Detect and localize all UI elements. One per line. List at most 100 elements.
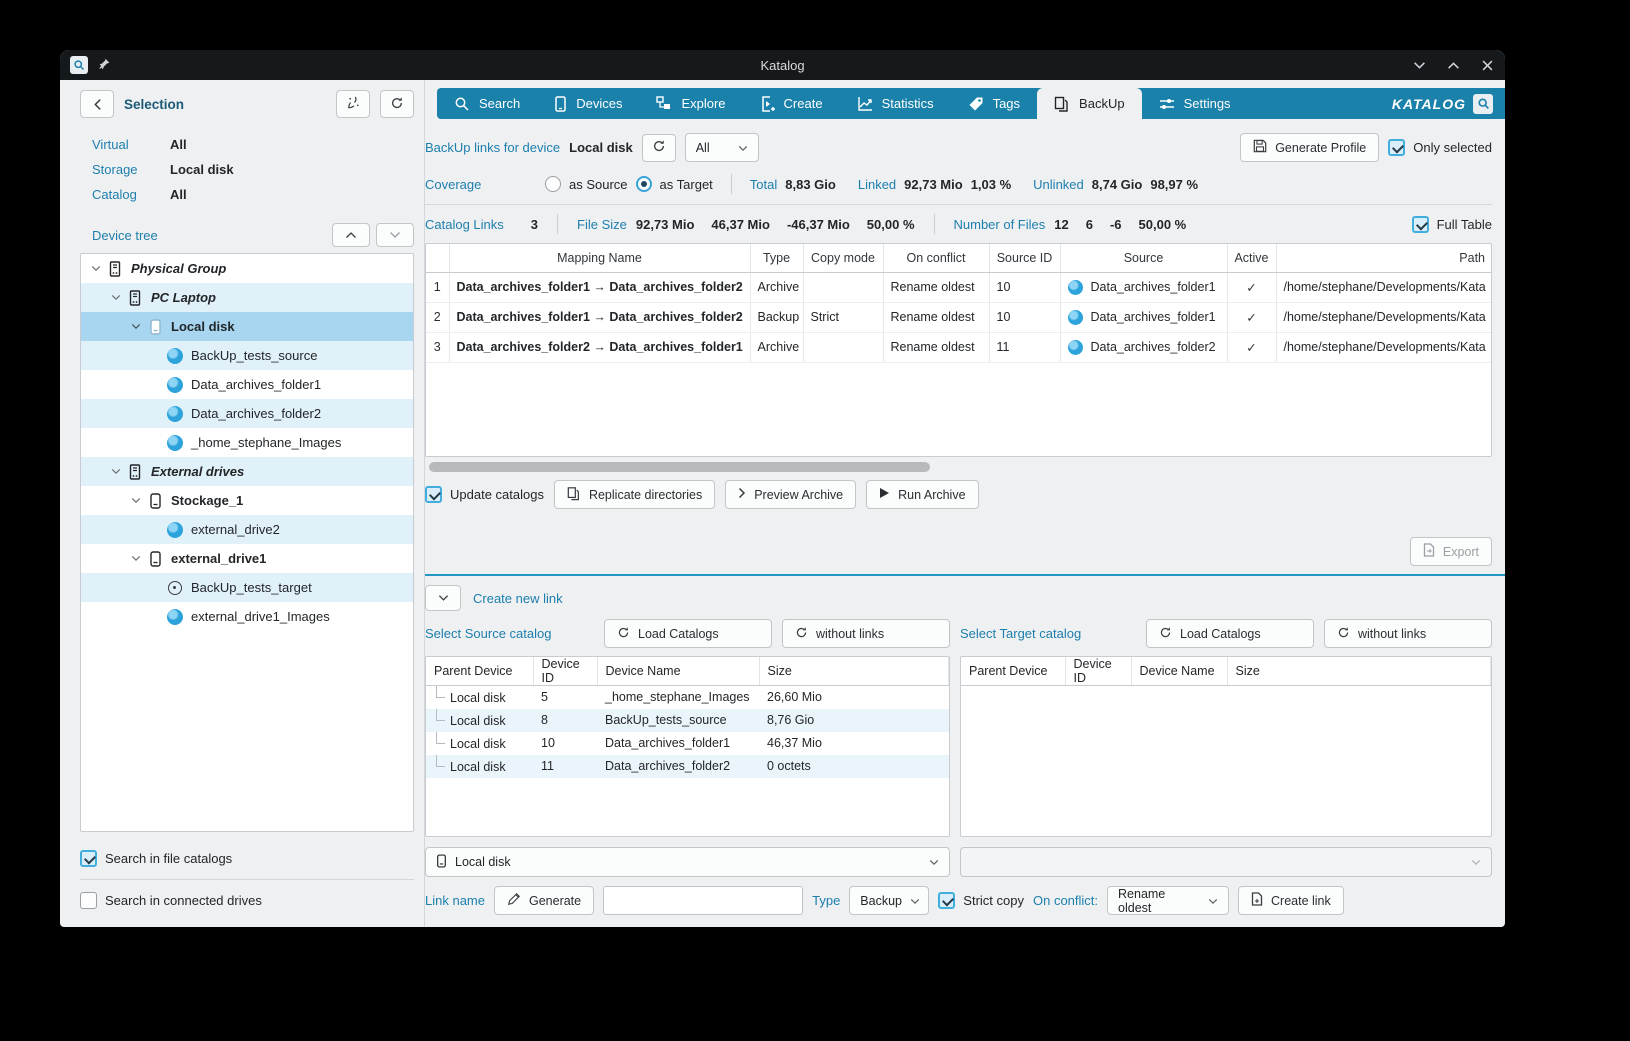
chevron-down-icon[interactable]	[87, 265, 105, 272]
table-row[interactable]: 3 Data_archives_folder2 → Data_archives_…	[426, 332, 1491, 362]
load-source-catalogs-button[interactable]: Load Catalogs	[604, 619, 772, 648]
col-device-name[interactable]: Device Name	[1131, 657, 1227, 686]
unlinked-value: 8,74 Gio	[1092, 177, 1143, 192]
tree-item-external-drives[interactable]: External drives	[81, 457, 413, 486]
strict-copy-checkbox[interactable]: Strict copy	[938, 892, 1024, 909]
chevron-down-icon[interactable]	[127, 323, 145, 330]
total-value: 8,83 Gio	[785, 177, 836, 192]
as-source-radio[interactable]: as Source	[545, 176, 628, 192]
col-path[interactable]: Path	[1276, 244, 1491, 272]
list-item[interactable]: Local disk 10 Data_archives_folder1 46,3…	[426, 732, 949, 755]
col-device-id[interactable]: Device ID	[533, 657, 597, 686]
as-target-radio[interactable]: as Target	[636, 176, 713, 192]
source-device-dropdown[interactable]: Local disk	[425, 847, 950, 877]
unlinked-label: Unlinked	[1033, 177, 1084, 192]
scrollbar-thumb[interactable]	[429, 462, 930, 472]
col-source[interactable]: Source	[1060, 244, 1227, 272]
col-copy-mode[interactable]: Copy mode	[803, 244, 883, 272]
file-size-2: -46,37 Mio	[787, 217, 850, 232]
run-archive-button[interactable]: Run Archive	[866, 480, 978, 509]
chevron-down-icon[interactable]	[127, 555, 145, 562]
col-on-conflict[interactable]: On conflict	[883, 244, 989, 272]
list-item[interactable]: Local disk 8 BackUp_tests_source 8,76 Gi…	[426, 709, 949, 732]
tree-expand-button[interactable]	[376, 223, 414, 247]
tab-settings[interactable]: Settings	[1142, 88, 1248, 119]
col-source-id[interactable]: Source ID	[989, 244, 1060, 272]
table-row[interactable]: 1 Data_archives_folder1 → Data_archives_…	[426, 272, 1491, 302]
target-device-dropdown[interactable]	[960, 847, 1492, 877]
create-link-button[interactable]: Create link	[1238, 886, 1344, 915]
link-name-input[interactable]	[603, 886, 803, 915]
source-without-links-button[interactable]: without links	[782, 619, 950, 648]
col-device-id[interactable]: Device ID	[1065, 657, 1131, 686]
tree-item-pc-laptop[interactable]: PC Laptop	[81, 283, 413, 312]
tree-item-backup-tests-target[interactable]: BackUp_tests_target	[81, 573, 413, 602]
refresh-links-button[interactable]	[642, 134, 676, 162]
table-row[interactable]: 2 Data_archives_folder1 → Data_archives_…	[426, 302, 1491, 332]
tree-item-local-disk[interactable]: Local disk	[81, 312, 413, 341]
create-new-link-title: Create new link	[473, 591, 563, 606]
target-without-links-button[interactable]: without links	[1324, 619, 1492, 648]
preview-archive-button[interactable]: Preview Archive	[725, 480, 856, 509]
tab-tags[interactable]: Tags	[951, 88, 1037, 119]
back-button[interactable]	[80, 90, 114, 118]
load-target-catalogs-button[interactable]: Load Catalogs	[1146, 619, 1314, 648]
full-table-checkbox[interactable]: Full Table	[1412, 216, 1492, 233]
tab-statistics[interactable]: Statistics	[840, 88, 951, 119]
tab-backup[interactable]: BackUp	[1037, 88, 1142, 119]
search-connected-drives-checkbox[interactable]: Search in connected drives	[80, 886, 414, 915]
list-item[interactable]: Local disk 5 _home_stephane_Images 26,60…	[426, 686, 949, 709]
col-active[interactable]: Active	[1227, 244, 1276, 272]
generate-profile-button[interactable]: Generate Profile	[1240, 133, 1379, 162]
col-size[interactable]: Size	[759, 657, 949, 686]
radio-checked-icon	[636, 176, 652, 192]
col-type[interactable]: Type	[750, 244, 803, 272]
generate-name-button[interactable]: Generate	[494, 886, 594, 915]
on-conflict-dropdown[interactable]: Rename oldest	[1107, 886, 1229, 915]
tree-item-data-archives-folder1[interactable]: Data_archives_folder1	[81, 370, 413, 399]
chevron-down-icon[interactable]	[107, 294, 125, 301]
tab-search[interactable]: Search	[437, 88, 537, 119]
tree-item-external-drive1-images[interactable]: external_drive1_Images	[81, 602, 413, 631]
chevron-down-icon[interactable]	[127, 497, 145, 504]
tree-item-backup-tests-source[interactable]: BackUp_tests_source	[81, 341, 413, 370]
tree-item-external-drive2[interactable]: external_drive2	[81, 515, 413, 544]
link-type-dropdown[interactable]: Backup	[849, 886, 929, 915]
tree-item-stockage-1[interactable]: Stockage_1	[81, 486, 413, 515]
row-number-header[interactable]	[426, 244, 449, 272]
file-size-1: 46,37 Mio	[711, 217, 770, 232]
tree-collapse-button[interactable]	[332, 223, 370, 247]
app-window: Katalog Selection	[60, 50, 1505, 927]
pin-icon[interactable]	[98, 57, 111, 73]
tab-explore[interactable]: Explore	[639, 88, 742, 119]
window-shade-icon[interactable]	[1411, 57, 1427, 73]
col-mapping-name[interactable]: Mapping Name	[449, 244, 750, 272]
search-file-catalogs-checkbox[interactable]: Search in file catalogs	[80, 844, 414, 873]
col-size[interactable]: Size	[1227, 657, 1491, 686]
tree-item-external-drive1[interactable]: external_drive1	[81, 544, 413, 573]
tab-create[interactable]: Create	[743, 88, 840, 119]
clear-selection-button[interactable]	[336, 90, 370, 118]
refresh-selection-button[interactable]	[380, 90, 414, 118]
window-close-icon[interactable]	[1479, 57, 1495, 73]
list-item[interactable]: Local disk 11 Data_archives_folder2 0 oc…	[426, 755, 949, 778]
tree-item-physical-group[interactable]: Physical Group	[81, 254, 413, 283]
replicate-directories-button[interactable]: Replicate directories	[554, 480, 715, 509]
chevron-down-icon[interactable]	[107, 468, 125, 475]
tree-item-data-archives-folder2[interactable]: Data_archives_folder2	[81, 399, 413, 428]
update-catalogs-checkbox[interactable]: Update catalogs	[425, 486, 544, 503]
link-filter-dropdown[interactable]: All	[685, 133, 759, 162]
only-selected-checkbox[interactable]: Only selected	[1388, 139, 1492, 156]
col-parent-device[interactable]: Parent Device	[426, 657, 533, 686]
settings-icon	[1159, 96, 1175, 112]
horizontal-scrollbar[interactable]	[425, 461, 1492, 472]
window-maximize-icon[interactable]	[1445, 57, 1461, 73]
tree-item-home-stephane-images[interactable]: _home_stephane_Images	[81, 428, 413, 457]
col-device-name[interactable]: Device Name	[597, 657, 759, 686]
file-size-label: File Size	[577, 217, 627, 232]
col-parent-device[interactable]: Parent Device	[961, 657, 1065, 686]
export-button[interactable]: Export	[1410, 537, 1492, 566]
tab-devices[interactable]: Devices	[537, 88, 639, 119]
catalog-dot-icon	[1068, 280, 1083, 295]
create-link-collapse-button[interactable]	[425, 585, 461, 611]
